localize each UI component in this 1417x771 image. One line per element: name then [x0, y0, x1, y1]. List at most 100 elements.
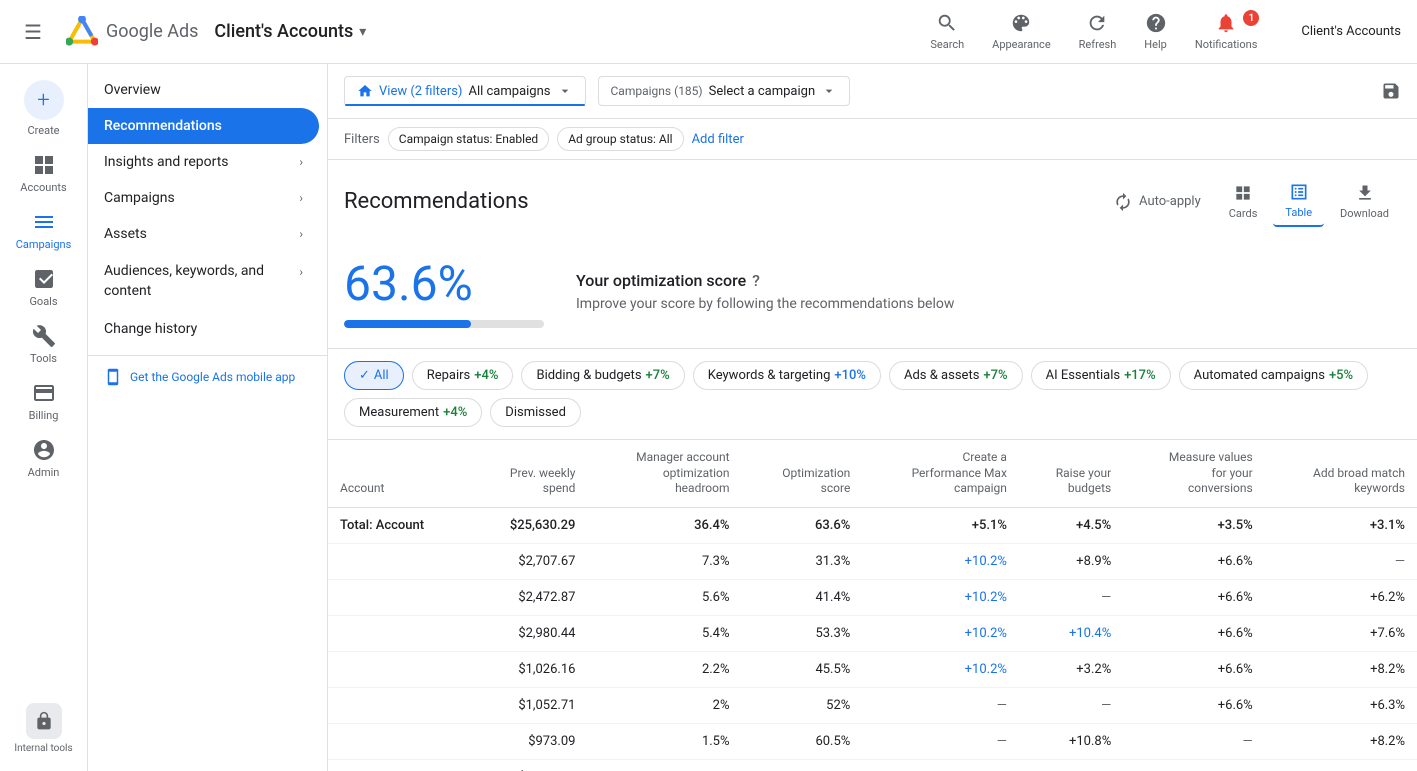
- row-raise-budgets: +6.8%: [1019, 759, 1123, 771]
- chip-bidding[interactable]: Bidding & budgets +7%: [521, 361, 684, 390]
- table-row: $2,980.44 5.4% 53.3% +10.2% +10.4% +6.6%…: [328, 615, 1417, 651]
- chevron-right-icon: ›: [299, 155, 303, 169]
- chip-automated[interactable]: Automated campaigns +5%: [1179, 361, 1368, 390]
- leftnav-item-audiences[interactable]: Audiences, keywords, and content ›: [88, 252, 319, 311]
- all-campaigns-label: All campaigns: [468, 84, 550, 99]
- select-campaign-label: Select a campaign: [709, 84, 816, 99]
- row-opt-score: 79.6%: [742, 759, 863, 771]
- refresh-nav-btn[interactable]: Refresh: [1067, 6, 1129, 57]
- leftnav-overview-label: Overview: [104, 82, 161, 98]
- chip-ads[interactable]: Ads & assets +7%: [889, 361, 1023, 390]
- sidebar-item-admin[interactable]: Admin: [0, 430, 87, 487]
- notifications-nav-btn[interactable]: 1 Notifications: [1183, 6, 1270, 57]
- table-btn[interactable]: Table: [1273, 176, 1324, 227]
- row-measure: +6.6%: [1123, 651, 1264, 687]
- chip-dismissed[interactable]: Dismissed: [490, 398, 581, 427]
- row-perf-max: —: [862, 723, 1019, 759]
- total-headroom: 36.4%: [587, 507, 741, 543]
- row-measure: +6.6%: [1123, 579, 1264, 615]
- sidebar-item-create[interactable]: + Create: [0, 72, 87, 145]
- leftnav-item-change-history[interactable]: Change history: [88, 311, 319, 347]
- chip-automated-plus: +5%: [1329, 368, 1353, 383]
- row-raise-budgets: —: [1019, 579, 1123, 615]
- row-opt-score: 52%: [742, 687, 863, 723]
- view-filter-select[interactable]: View (2 filters) All campaigns: [344, 76, 586, 106]
- chip-repairs[interactable]: Repairs +4%: [412, 361, 514, 390]
- sidebar-item-billing[interactable]: Billing: [0, 373, 87, 430]
- page-title: Recommendations: [344, 189, 529, 214]
- mobile-app-banner[interactable]: Get the Google Ads mobile app: [88, 355, 327, 398]
- row-raise-budgets: —: [1019, 687, 1123, 723]
- search-nav-btn[interactable]: Search: [918, 6, 976, 57]
- download-label: Download: [1340, 207, 1389, 220]
- nav-icons: Search Appearance Refresh Help 1 Notific…: [918, 6, 1269, 57]
- auto-apply-btn[interactable]: Auto-apply: [1101, 186, 1213, 218]
- campaign-select[interactable]: Campaigns (185) Select a campaign: [598, 76, 851, 106]
- chip-all[interactable]: ✓ All: [344, 361, 404, 390]
- search-icon: [936, 12, 958, 34]
- leftnav-item-overview[interactable]: Overview: [88, 72, 319, 108]
- col-headroom: Manager accountoptimizationheadroom: [587, 440, 741, 507]
- chip-keywords[interactable]: Keywords & targeting +10%: [693, 361, 881, 390]
- leftnav-item-assets[interactable]: Assets ›: [88, 216, 319, 252]
- leftnav-item-insights[interactable]: Insights and reports ›: [88, 144, 319, 180]
- total-measure: +3.5%: [1123, 507, 1264, 543]
- row-prev-weekly: $973.09: [470, 723, 588, 759]
- sidebar-item-tools[interactable]: Tools: [0, 316, 87, 373]
- sidebar-admin-label: Admin: [28, 466, 60, 479]
- auto-apply-icon: [1113, 192, 1133, 212]
- table-icon: [1289, 182, 1309, 202]
- filter-bar: Filters Campaign status: Enabled Ad grou…: [328, 119, 1417, 160]
- score-section: 63.6% Your optimization score ? Improve …: [328, 235, 1417, 349]
- leftnav-item-recommendations[interactable]: Recommendations: [88, 108, 319, 144]
- help-circle-icon[interactable]: ?: [752, 271, 760, 290]
- filter-chip-campaign-status[interactable]: Campaign status: Enabled: [388, 127, 549, 151]
- chip-ads-label: Ads & assets: [904, 368, 979, 383]
- score-bar-fill: [344, 320, 471, 328]
- add-filter-btn[interactable]: Add filter: [692, 132, 744, 147]
- sidebar-item-internal-tools[interactable]: Internal tools: [0, 695, 87, 771]
- row-account: [328, 651, 470, 687]
- row-prev-weekly: $1,026.16: [470, 651, 588, 687]
- download-btn[interactable]: Download: [1328, 177, 1401, 226]
- leftnav-change-history-label: Change history: [104, 321, 197, 337]
- sidebar-billing-label: Billing: [29, 409, 59, 422]
- row-perf-max: +10.2%: [862, 651, 1019, 687]
- chevron-down-icon: [557, 83, 573, 99]
- account-selector[interactable]: Client's Accounts ▾: [214, 21, 366, 42]
- appearance-nav-btn[interactable]: Appearance: [980, 6, 1063, 57]
- chip-all-label: All: [374, 368, 389, 383]
- row-perf-max: —: [862, 759, 1019, 771]
- sidebar-item-campaigns[interactable]: Campaigns: [0, 202, 87, 259]
- sidebar-item-goals[interactable]: Goals: [0, 259, 87, 316]
- col-measure: Measure valuesfor yourconversions: [1123, 440, 1264, 507]
- row-headroom: 1.3%: [587, 759, 741, 771]
- chip-ai[interactable]: AI Essentials +17%: [1031, 361, 1171, 390]
- chip-measurement[interactable]: Measurement +4%: [344, 398, 482, 427]
- add-filter-label: Add filter: [692, 132, 744, 147]
- search-nav-label: Search: [930, 38, 964, 51]
- chip-keywords-plus: +10%: [834, 368, 866, 383]
- row-perf-max: —: [862, 687, 1019, 723]
- sidebar-item-accounts[interactable]: Accounts: [0, 145, 87, 202]
- row-account: [328, 759, 470, 771]
- filter-chip-adgroup-status[interactable]: Ad group status: All: [557, 127, 683, 151]
- sidebar: + Create Accounts Campaigns Goals Tool: [0, 64, 88, 771]
- cards-btn[interactable]: Cards: [1217, 177, 1270, 226]
- cards-label: Cards: [1229, 207, 1258, 220]
- row-raise-budgets: +10.4%: [1019, 615, 1123, 651]
- leftnav-item-campaigns[interactable]: Campaigns ›: [88, 180, 319, 216]
- row-prev-weekly: $2,472.87: [470, 579, 588, 615]
- row-headroom: 1.5%: [587, 723, 741, 759]
- row-opt-score: 41.4%: [742, 579, 863, 615]
- refresh-nav-label: Refresh: [1079, 38, 1117, 51]
- chip-measurement-label: Measurement: [359, 405, 439, 420]
- row-headroom: 2%: [587, 687, 741, 723]
- row-account: [328, 579, 470, 615]
- recommendations-header: Recommendations Auto-apply Cards Table D…: [328, 160, 1417, 235]
- row-broad-match: +7.6%: [1265, 615, 1417, 651]
- hamburger-menu[interactable]: ☰: [16, 12, 50, 52]
- sidebar-accounts-label: Accounts: [20, 181, 66, 194]
- help-nav-btn[interactable]: Help: [1132, 6, 1179, 57]
- row-account: [328, 687, 470, 723]
